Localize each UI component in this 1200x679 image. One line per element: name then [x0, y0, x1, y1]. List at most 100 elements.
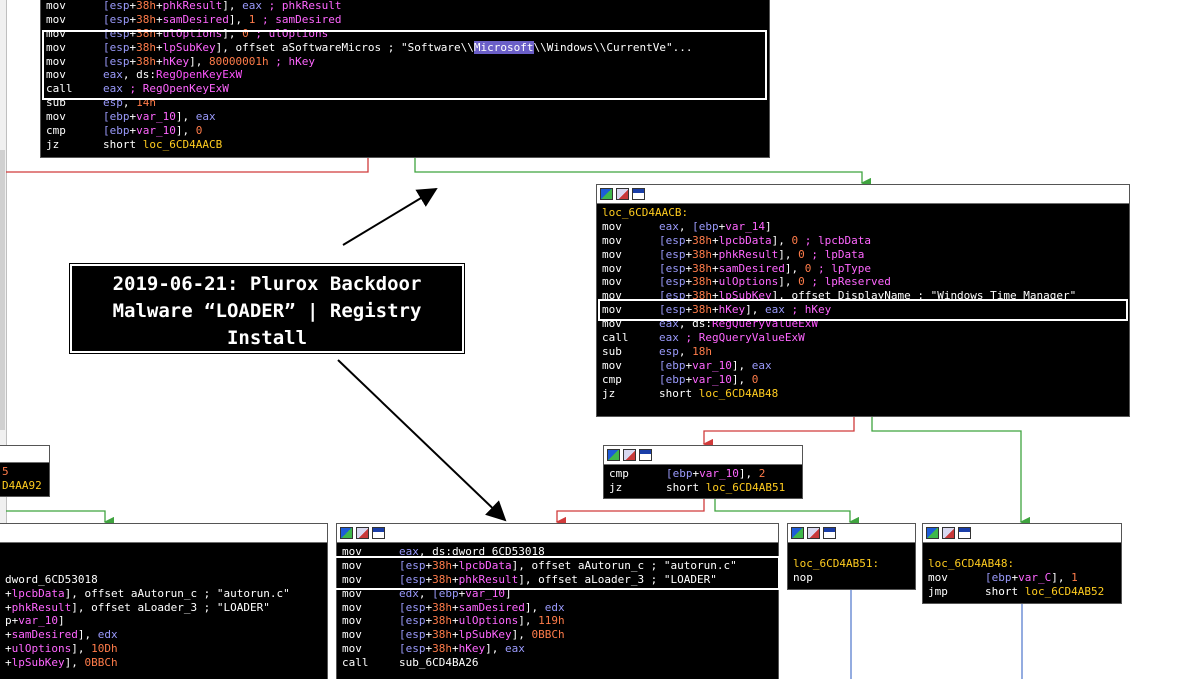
asm-line[interactable]: p+var_10]	[0, 614, 327, 628]
asm-mnemonic: mov	[602, 358, 622, 372]
asm-line[interactable]: sub esp, 14h	[41, 96, 769, 110]
node-label[interactable]: loc_6CD4AACB:	[602, 206, 688, 220]
asm-line[interactable]: mov [esp+38h+lpcbData], offset aAutorun_c…	[337, 559, 778, 573]
asm-line[interactable]: cmp [ebp+var_10], 2	[604, 467, 802, 481]
view-icon[interactable]	[639, 449, 652, 461]
asm-token[interactable]: D4AA92	[2, 479, 42, 492]
asm-line[interactable]: 5	[0, 465, 49, 479]
asm-mnemonic: mov	[46, 68, 66, 82]
node-cmp-var10-2[interactable]: cmp [ebp+var_10], 2 jz short loc_6CD4AB51	[603, 445, 803, 499]
asm-token: dword_6CD53018	[5, 572, 98, 586]
asm-line[interactable]: cmp [ebp+var_10], 0	[597, 373, 1129, 387]
asm-token: +	[452, 572, 459, 586]
node-loc-6cd4ab48[interactable]: loc_6CD4AB48: mov [ebp+var_C], 1 jmp short …	[922, 523, 1122, 604]
asm-line[interactable]: +samDesired], edx	[0, 628, 327, 642]
asm-token[interactable]: loc_6CD4AB51	[706, 481, 785, 494]
asm-operands: [esp+38h+lpSubKey], offset DisplayName ;…	[659, 289, 1076, 303]
asm-mnemonic: nop	[793, 570, 813, 584]
node-left-fragment[interactable]: 5 D4AA92	[0, 445, 50, 497]
node-label[interactable]: loc_6CD4AB48:	[928, 557, 1014, 571]
asm-line[interactable]: mov [esp+38h+samDesired], 1 ; samDesired	[41, 13, 769, 27]
asm-line[interactable]: mov [esp+38h+hKey], eax	[337, 642, 778, 656]
asm-token: p+	[5, 614, 19, 628]
asm-line[interactable]: +lpSubKey], 0BBCh	[0, 656, 327, 670]
asm-token: [esp	[399, 600, 426, 614]
asm-line[interactable]: +phkResult], offset aLoader_3 ; "LOADER"	[0, 601, 327, 615]
asm-token[interactable]: RegOpenKeyExW	[156, 68, 242, 81]
asm-line[interactable]: mov [esp+38h+phkResult], offset aLoader_3…	[337, 573, 778, 587]
asm-line[interactable]: mov [ebp+var_10], eax	[41, 110, 769, 124]
asm-line[interactable]	[0, 559, 327, 573]
asm-line[interactable]: mov [esp+38h+phkResult], 0 ; lpData	[597, 248, 1129, 262]
view-icon[interactable]	[958, 527, 971, 539]
asm-line[interactable]: mov [esp+38h+hKey], 80000001h ; hKey	[41, 55, 769, 69]
asm-line[interactable]: mov [esp+38h+hKey], eax ; hKey	[597, 303, 1129, 317]
node-body: dword_6CD53018 +lpcbData], offset aAutoru…	[0, 543, 327, 670]
asm-line[interactable]: mov [esp+38h+ulOptions], 119h	[337, 614, 778, 628]
asm-line[interactable]: mov eax, ds:RegQueryValueExW	[597, 317, 1129, 331]
graph-icon[interactable]	[607, 449, 620, 461]
asm-line[interactable]: dword_6CD53018	[0, 573, 327, 587]
edit-icon[interactable]	[623, 449, 636, 461]
asm-token: +	[156, 54, 163, 68]
asm-line[interactable]: mov [esp+38h+ulOptions], 0 ; lpReserved	[597, 275, 1129, 289]
asm-line[interactable]: mov [esp+38h+lpSubKey], offset DisplayNam…	[597, 289, 1129, 303]
asm-line[interactable]: jz short loc_6CD4AACB	[41, 138, 769, 152]
asm-line[interactable]	[0, 545, 327, 559]
asm-line[interactable]: call eax ; RegOpenKeyExW	[41, 82, 769, 96]
graph-icon[interactable]	[600, 188, 613, 200]
graph-icon[interactable]	[340, 527, 353, 539]
node-loc-6cd4ab51[interactable]: loc_6CD4AB51: nop	[787, 523, 916, 590]
edit-icon[interactable]	[616, 188, 629, 200]
asm-token: 5	[2, 465, 9, 478]
node-autorun-loader[interactable]: mov eax, ds:dword_6CD53018 mov [esp+38h+lpc…	[336, 523, 779, 679]
asm-token: [ebp	[103, 124, 130, 138]
asm-line[interactable]: cmp [ebp+var_10], 0	[41, 124, 769, 138]
asm-line[interactable]: sub esp, 18h	[597, 345, 1129, 359]
asm-token[interactable]: loc_6CD4AB48	[699, 387, 778, 400]
asm-token[interactable]: RegQueryValueExW	[712, 317, 818, 330]
asm-line[interactable]: jz short loc_6CD4AB51	[604, 481, 802, 495]
asm-line[interactable]: call eax ; RegQueryValueExW	[597, 331, 1129, 345]
asm-line[interactable]: mov [esp+38h+lpSubKey], offset aSoftwareM…	[41, 40, 769, 55]
node-left-autorun[interactable]: dword_6CD53018 +lpcbData], offset aAutoru…	[0, 523, 328, 679]
asm-line[interactable]: mov eax, ds:RegOpenKeyExW	[41, 68, 769, 82]
asm-line[interactable]: mov eax, [ebp+var_14]	[597, 220, 1129, 234]
asm-token: samDesired	[718, 261, 785, 275]
node-label[interactable]: loc_6CD4AB51:	[793, 557, 879, 571]
asm-line[interactable]: mov edx, [ebp+var_10]	[337, 587, 778, 601]
asm-line[interactable]: jmp short loc_6CD4AB52	[923, 585, 1121, 599]
asm-line[interactable]: mov [esp+38h+lpcbData], 0 ; lpcbData	[597, 234, 1129, 248]
edit-icon[interactable]	[942, 527, 955, 539]
view-icon[interactable]	[823, 527, 836, 539]
edit-icon[interactable]	[807, 527, 820, 539]
asm-line[interactable]: mov [esp+38h+samDesired], edx	[337, 601, 778, 615]
asm-line[interactable]: mov [esp+38h+lpSubKey], 0BBCh	[337, 628, 778, 642]
graph-icon[interactable]	[926, 527, 939, 539]
edit-icon[interactable]	[356, 527, 369, 539]
node-regopenkey[interactable]: mov [esp+38h+phkResult], eax ; phkResult m…	[40, 0, 770, 158]
node-loc-6cd4aacb[interactable]: loc_6CD4AACB: mov eax, [ebp+var_14] mov [es…	[596, 184, 1130, 417]
asm-token: ],	[731, 358, 752, 372]
asm-line[interactable]: mov [esp+38h+phkResult], eax ; phkResult	[41, 0, 769, 13]
asm-line[interactable]: jz short loc_6CD4AB48	[597, 387, 1129, 401]
asm-token[interactable]: loc_6CD4AACB	[143, 138, 222, 151]
asm-token: [esp	[659, 233, 686, 247]
asm-line[interactable]: mov eax, ds:dword_6CD53018	[337, 545, 778, 559]
asm-line[interactable]: mov [esp+38h+ulOptions], 0 ; ulOptions	[41, 27, 769, 41]
asm-line[interactable]: mov [ebp+var_10], eax	[597, 359, 1129, 373]
asm-line[interactable]: call sub_6CD4BA26	[337, 656, 778, 670]
asm-line[interactable]: nop	[788, 571, 915, 585]
asm-operands: D4AA92	[2, 479, 42, 493]
graph-icon[interactable]	[791, 527, 804, 539]
asm-line[interactable]: D4AA92	[0, 479, 49, 493]
asm-token[interactable]: loc_6CD4AB52	[1025, 585, 1104, 598]
view-icon[interactable]	[632, 188, 645, 200]
asm-line[interactable]: +lpcbData], offset aAutorun_c ; "autorun…	[0, 587, 327, 601]
view-icon[interactable]	[372, 527, 385, 539]
asm-line[interactable]: mov [ebp+var_C], 1	[923, 571, 1121, 585]
asm-mnemonic: mov	[342, 642, 362, 656]
asm-line[interactable]: +ulOptions], 10Dh	[0, 642, 327, 656]
ida-graph-view[interactable]: mov [esp+38h+phkResult], eax ; phkResult m…	[0, 0, 1200, 679]
asm-line[interactable]: mov [esp+38h+samDesired], 0 ; lpType	[597, 262, 1129, 276]
